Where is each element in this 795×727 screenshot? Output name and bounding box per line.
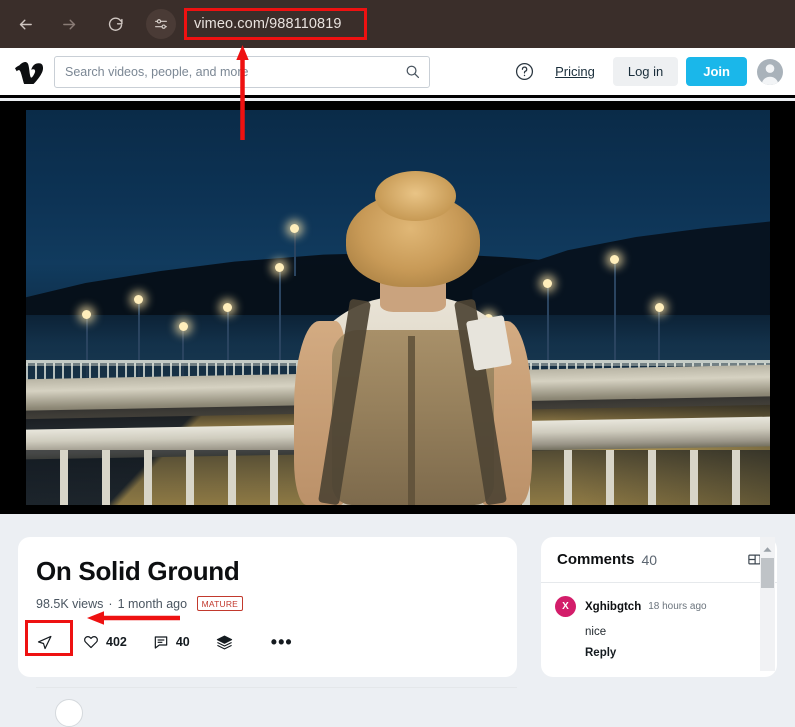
help-button[interactable] <box>511 59 537 85</box>
search-submit-button[interactable] <box>395 57 429 87</box>
like-count: 402 <box>106 635 127 649</box>
avatar[interactable]: X <box>555 596 576 617</box>
like-button[interactable]: 402 <box>83 634 127 650</box>
comment-bubble-icon <box>154 636 168 649</box>
login-button[interactable]: Log in <box>612 57 679 86</box>
vimeo-v-icon <box>15 61 43 84</box>
status-badge: MATURE <box>197 596 243 611</box>
pricing-link[interactable]: Pricing <box>555 64 595 79</box>
back-button[interactable] <box>10 9 40 39</box>
backpack-seam <box>408 336 416 505</box>
tune-sliders-icon <box>155 19 167 29</box>
page-title: On Solid Ground <box>36 556 240 586</box>
browser-toolbar: vimeo.com/988110819 <box>0 0 795 48</box>
scrollbar-up-button[interactable] <box>760 544 775 554</box>
arrow-right-icon <box>62 19 75 29</box>
comment-author-row: X Xghibgtch 18 hours ago <box>555 596 763 617</box>
list-item: X Xghibgtch 18 hours ago nice Reply <box>541 583 777 659</box>
more-options-button[interactable]: ••• <box>271 632 293 653</box>
comment-count: 40 <box>175 635 190 649</box>
comments-count: 40 <box>641 551 658 568</box>
comment-button[interactable]: 40 <box>153 634 190 650</box>
video-frame[interactable] <box>26 110 770 505</box>
meta-separator: · <box>108 596 113 611</box>
share-annotation-arrow <box>87 611 180 625</box>
stack-collection-icon <box>216 635 232 649</box>
search-icon <box>406 65 419 79</box>
url-annotation-arrow <box>236 45 249 140</box>
video-info-card: On Solid Ground 98.5K views · 1 month ag… <box>18 537 517 727</box>
url-highlight-box[interactable]: vimeo.com/988110819 <box>184 8 367 40</box>
comments-header: Comments 40 <box>541 537 777 583</box>
reload-button[interactable] <box>100 9 130 39</box>
content-divider <box>36 687 517 688</box>
video-player[interactable] <box>0 101 795 514</box>
vimeo-logo[interactable] <box>14 59 44 85</box>
search-input[interactable] <box>55 64 395 79</box>
share-highlight-box[interactable] <box>25 620 73 656</box>
address-bar[interactable]: vimeo.com/988110819 <box>184 8 367 40</box>
reload-icon <box>108 17 123 31</box>
video-meta: 98.5K views · 1 month ago MATURE <box>36 596 517 611</box>
person-hair-bun <box>374 171 456 222</box>
view-count: 98.5K views <box>36 596 104 611</box>
url-text: vimeo.com/988110819 <box>194 16 342 32</box>
comments-title: Comments <box>557 551 635 568</box>
help-circle-icon <box>515 62 533 81</box>
site-settings-button[interactable] <box>146 9 176 39</box>
user-avatar-icon <box>761 63 779 85</box>
comment-composer-avatar[interactable] <box>55 699 83 727</box>
heart-icon <box>84 636 98 649</box>
comment-username[interactable]: Xghibgtch <box>585 601 641 613</box>
comment-reply-button[interactable]: Reply <box>585 647 763 659</box>
comments-panel: Comments 40 X Xghibgtch 18 hours ago nic… <box>541 537 777 677</box>
publish-date: 1 month ago <box>117 596 188 611</box>
scrollbar-thumb[interactable] <box>761 558 774 588</box>
vimeo-site-header: Pricing Log in Join <box>0 48 795 98</box>
comments-scrollbar[interactable] <box>760 537 775 671</box>
arrow-left-icon <box>19 19 32 29</box>
page-content: On Solid Ground 98.5K views · 1 month ag… <box>0 514 795 727</box>
person-figure <box>293 171 532 505</box>
scroll-up-arrow-icon <box>763 546 772 552</box>
join-button[interactable]: Join <box>686 57 747 86</box>
forward-button[interactable] <box>54 9 84 39</box>
collection-button[interactable] <box>216 634 233 651</box>
header-actions: Pricing Log in Join <box>511 57 783 86</box>
user-avatar[interactable] <box>757 58 783 85</box>
video-action-bar: 402 40 ••• <box>18 622 517 662</box>
comment-text: nice <box>585 626 607 638</box>
comment-timestamp: 18 hours ago <box>648 601 707 612</box>
